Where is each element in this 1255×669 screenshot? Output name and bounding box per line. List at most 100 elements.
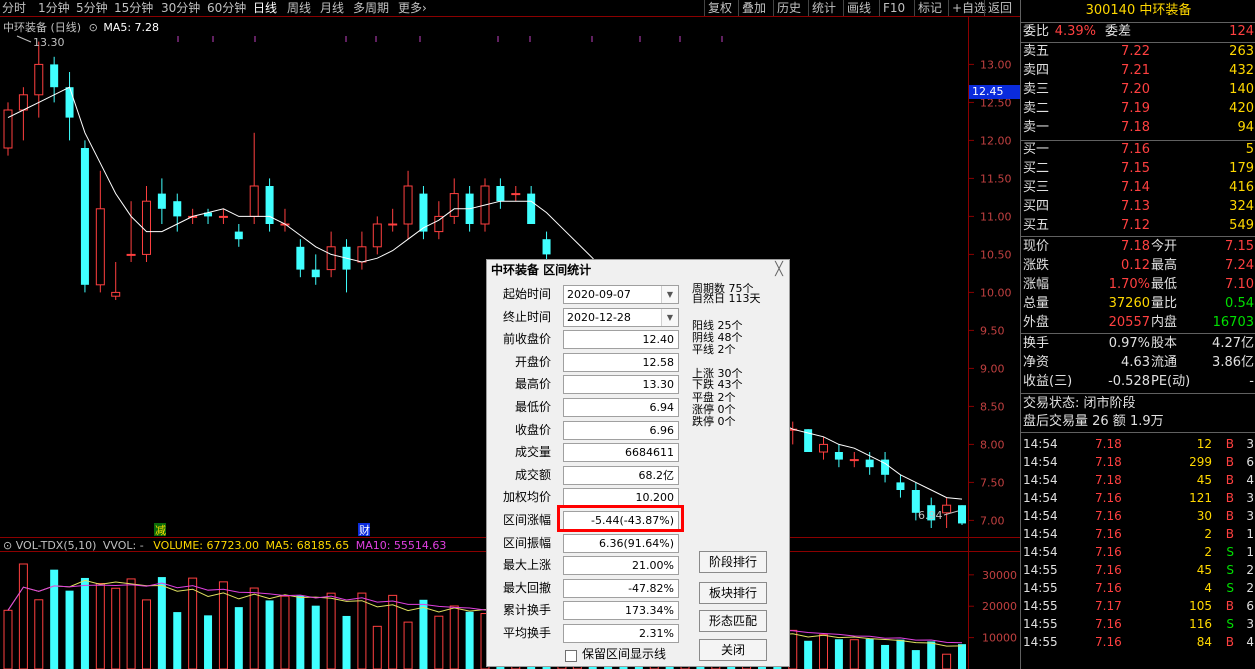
field-label: 加权均价	[502, 490, 551, 505]
period-tab-fenshi[interactable]: 分时	[2, 0, 26, 16]
date-picker[interactable]: 2020-09-07 ▼	[563, 285, 679, 304]
bid-row: 买五 7.12 549	[1023, 217, 1254, 235]
limit-up-count: 涨停 0个	[692, 403, 736, 416]
tick-time: 14:54	[1023, 473, 1058, 487]
overlay-button[interactable]: 叠加	[738, 0, 769, 16]
settings-icon[interactable]: ⊙	[89, 21, 98, 34]
ma5-label: MA5: 7.28	[103, 21, 160, 34]
draw-line-button[interactable]: 画线	[843, 0, 874, 16]
volume-bar	[80, 577, 89, 669]
chevron-down-icon[interactable]: ▼	[661, 308, 678, 326]
tick-time: 14:54	[1023, 509, 1058, 523]
volume-bar	[342, 615, 351, 669]
tick-row[interactable]: 14:54 7.18 12 B 3	[1023, 435, 1254, 453]
mark-button[interactable]: 标记	[914, 0, 945, 16]
ask-price: 7.19	[1121, 101, 1150, 116]
candle-body	[173, 201, 182, 217]
candle-body	[34, 63, 44, 96]
tick-row[interactable]: 14:54 7.16 121 B 3	[1023, 489, 1254, 507]
tick-row[interactable]: 14:55 7.16 116 S 3	[1023, 615, 1254, 633]
bid-volume: 5	[1245, 142, 1254, 157]
period-tab-5min[interactable]: 5分钟	[76, 0, 108, 16]
top-markers	[177, 36, 723, 42]
volume-bar	[296, 595, 305, 669]
tick-count: 3	[1246, 509, 1254, 523]
ask-row: 卖五 7.22 263	[1023, 43, 1254, 61]
tick-time: 14:54	[1023, 491, 1058, 505]
tick-row[interactable]: 14:54 7.18 299 B 6	[1023, 453, 1254, 471]
fuquan-button[interactable]: 复权	[704, 0, 735, 16]
period-tab-multi[interactable]: 多周期	[353, 0, 389, 16]
volume-axis: 30000 20000 10000	[968, 569, 1017, 645]
sector-rank-button[interactable]: 板块排行	[699, 582, 767, 604]
field-value: 12.58	[563, 352, 679, 372]
quote-label: 内盘	[1151, 315, 1178, 330]
volume-bar	[896, 639, 905, 669]
keep-range-line-checkbox[interactable]	[565, 650, 577, 662]
tick-volume: 116	[1189, 617, 1212, 631]
close-button[interactable]: 关闭	[699, 639, 767, 661]
candle-body	[126, 253, 136, 256]
tick-count: 2	[1246, 581, 1254, 595]
period-tab-30min[interactable]: 30分钟	[161, 0, 200, 16]
add-watchlist-button[interactable]: +自选	[948, 0, 989, 16]
history-button[interactable]: 历史	[773, 0, 804, 16]
yin-count: 阴线 48个	[692, 331, 743, 344]
date-picker[interactable]: 2020-12-28 ▼	[563, 307, 679, 327]
quote-label: 总量	[1023, 296, 1050, 311]
dialog-title: 中环装备 区间统计	[491, 263, 592, 277]
tick-row[interactable]: 14:55 7.16 84 B 4	[1023, 633, 1254, 651]
candle-body	[942, 504, 952, 514]
fundamental-value: 3.86亿	[1212, 355, 1254, 370]
field-value: 2.31%	[563, 624, 679, 643]
settings-icon[interactable]: ⊙	[3, 539, 12, 552]
stage-rank-button[interactable]: 阶段排行	[699, 551, 767, 573]
f10-button[interactable]: F10	[879, 0, 908, 16]
volume-bar	[3, 609, 13, 669]
quote-row: 外盘 20557 内盘 16703	[1023, 314, 1254, 332]
stats-button[interactable]: 统计	[808, 0, 839, 16]
period-tab-1min[interactable]: 1分钟	[38, 0, 70, 16]
chevron-down-icon[interactable]: ▼	[661, 286, 678, 303]
tick-volume: 2	[1204, 545, 1212, 559]
fundamental-value: 4.63	[1121, 355, 1150, 370]
field-value: 21.00%	[563, 556, 679, 576]
volume-tick-label: 20000	[982, 600, 1017, 613]
tick-row[interactable]: 14:55 7.17 105 B 6	[1023, 597, 1254, 615]
period-tab-60min[interactable]: 60分钟	[207, 0, 246, 16]
price-axis: 13.0012.5012.0011.5011.0010.5010.009.509…	[968, 58, 1012, 527]
quote-value: 1.70%	[1108, 277, 1150, 292]
pattern-match-button[interactable]: 形态匹配	[699, 610, 767, 632]
tick-row[interactable]: 14:54 7.16 2 B 1	[1023, 525, 1254, 543]
period-tab-weekly[interactable]: 周线	[287, 0, 311, 16]
period-tab-15min[interactable]: 15分钟	[114, 0, 153, 16]
volume-bars	[3, 563, 966, 669]
volume-bar	[204, 615, 213, 669]
price-tick-label: 11.50	[980, 172, 1012, 185]
period-tab-more[interactable]: 更多›	[398, 0, 427, 16]
tick-row[interactable]: 14:54 7.16 2 S 1	[1023, 543, 1254, 561]
volume-bar	[157, 577, 166, 669]
trade-status-text: 交易状态: 闭市阶段	[1023, 396, 1136, 411]
weibi-value: 4.39%	[1054, 24, 1096, 39]
volume-bar	[111, 587, 121, 669]
quote-value: 37260	[1108, 296, 1150, 311]
quote-label: 今开	[1151, 239, 1178, 254]
back-button[interactable]: 返回	[984, 0, 1015, 16]
field-value-text: 2.31%	[639, 627, 674, 640]
quote-row: 现价 7.18 今开 7.15	[1023, 238, 1254, 256]
tick-row[interactable]: 14:54 7.18 45 B 4	[1023, 471, 1254, 489]
weibi-row: 委比 4.39% 委差 124	[1023, 23, 1254, 41]
tick-time: 14:55	[1023, 581, 1058, 595]
period-tab-daily[interactable]: 日线	[253, 0, 277, 16]
volume-bar	[18, 563, 28, 669]
field-label: 最大上涨	[502, 558, 551, 573]
quote-row: 涨跌 0.12 最高 7.24	[1023, 257, 1254, 275]
tick-row[interactable]: 14:55 7.16 45 S 2	[1023, 561, 1254, 579]
tick-count: 3	[1246, 617, 1254, 631]
tick-row[interactable]: 14:55 7.16 4 S 2	[1023, 579, 1254, 597]
tick-row[interactable]: 14:54 7.16 30 B 3	[1023, 507, 1254, 525]
period-tab-monthly[interactable]: 月线	[320, 0, 344, 16]
close-icon[interactable]: ╳	[772, 263, 786, 277]
tick-count: 1	[1246, 527, 1254, 541]
